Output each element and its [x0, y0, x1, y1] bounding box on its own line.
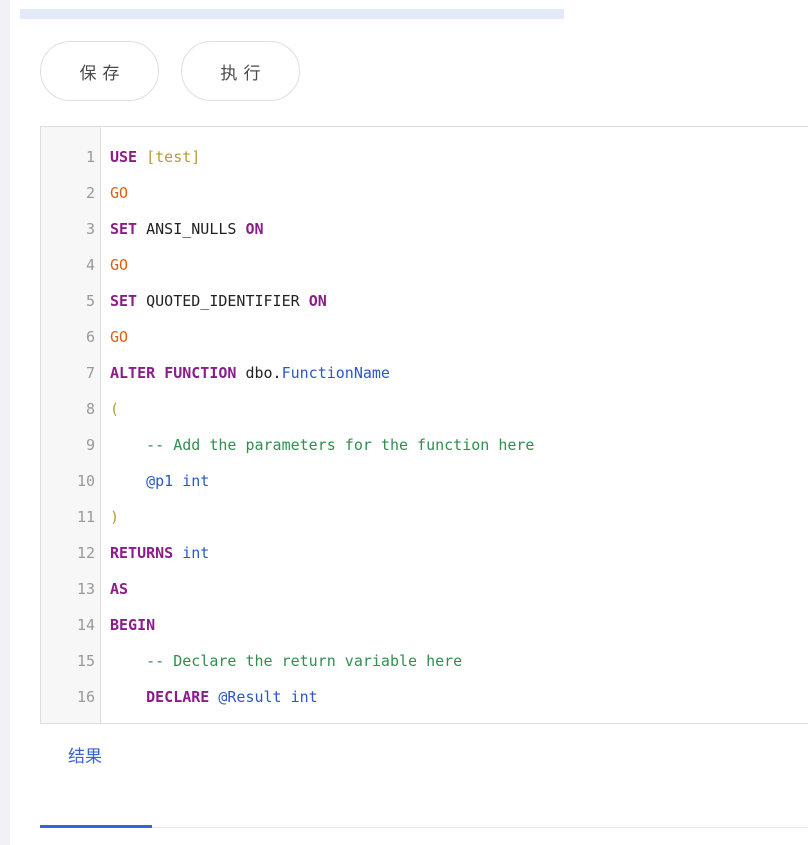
code-text[interactable]: AS — [110, 571, 128, 607]
code-token: ALTER — [110, 364, 156, 382]
code-token: -- Add the parameters for the function h… — [146, 436, 535, 454]
code-line[interactable]: 13 AS — [41, 571, 808, 607]
code-line[interactable]: 10 @p1 int — [41, 463, 808, 499]
code-text[interactable]: BEGIN — [110, 607, 155, 643]
code-token: @p1 — [146, 472, 174, 490]
code-token: SET — [110, 220, 138, 238]
code-line[interactable]: 16 DECLARE @Result int — [41, 679, 808, 715]
code-line[interactable]: 3 SET ANSI_NULLS ON — [41, 211, 808, 247]
code-token: ( — [110, 400, 120, 418]
code-text[interactable]: GO — [110, 175, 128, 211]
page: 保存 执行 1 USE [test] 2 GO 3 SET ANSI_NULLS ON 4 G… — [0, 0, 808, 845]
code-line[interactable]: 9 -- Add the parameters for the function… — [41, 427, 808, 463]
line-number: 3 — [85, 220, 95, 238]
code-token: dbo. — [236, 364, 282, 382]
code-token: GO — [110, 328, 129, 346]
code-text[interactable]: @p1 int — [110, 463, 209, 499]
code-line[interactable]: 11) — [41, 499, 808, 535]
code-token: AS — [110, 580, 129, 598]
code-line[interactable]: 15 -- Declare the return variable here — [41, 643, 808, 679]
code-text[interactable]: ALTER FUNCTION dbo.FunctionName — [110, 355, 390, 391]
code-text[interactable]: SET ANSI_NULLS ON — [110, 211, 264, 247]
line-number: 1 — [85, 148, 95, 166]
code-token: FunctionName — [281, 364, 390, 382]
code-token: int — [290, 688, 318, 706]
line-number: 10 — [76, 472, 95, 490]
code-token: ON — [308, 292, 327, 310]
code-token: -- Declare the return variable here — [146, 652, 463, 670]
code-line[interactable]: 1 USE [test] — [41, 139, 808, 175]
code-token: FUNCTION — [164, 364, 237, 382]
code-line[interactable]: 12 RETURNS int — [41, 535, 808, 571]
line-number: 2 — [85, 184, 95, 202]
code-token: @Result — [218, 688, 282, 706]
active-tab-indicator — [40, 825, 152, 828]
tab-bar-divider — [40, 827, 808, 828]
code-text[interactable]: -- Declare the return variable here — [110, 643, 462, 679]
code-token: ON — [245, 220, 264, 238]
code-lines[interactable]: 1 USE [test] 2 GO 3 SET ANSI_NULLS ON 4 GO 5 SET … — [41, 139, 808, 715]
code-token: [test] — [146, 148, 201, 166]
code-token: GO — [110, 184, 129, 202]
line-number: 11 — [76, 508, 95, 526]
code-text[interactable]: DECLARE @Result int — [110, 679, 318, 715]
code-text[interactable]: ) — [110, 499, 119, 535]
line-number: 16 — [76, 688, 95, 706]
code-token: SET — [110, 292, 138, 310]
code-token: ) — [110, 508, 120, 526]
code-token: QUOTED_IDENTIFIER — [137, 292, 309, 310]
code-text[interactable]: GO — [110, 247, 128, 283]
line-number: 4 — [85, 256, 95, 274]
tab-results[interactable]: 结果 — [68, 742, 102, 767]
code-line[interactable]: 5 SET QUOTED_IDENTIFIER ON — [41, 283, 808, 319]
code-token: DECLARE — [146, 688, 210, 706]
line-number: 5 — [85, 292, 95, 310]
code-line[interactable]: 8( — [41, 391, 808, 427]
code-line[interactable]: 7 ALTER FUNCTION dbo.FunctionName — [41, 355, 808, 391]
line-number: 8 — [85, 400, 95, 418]
code-token: USE — [110, 148, 138, 166]
code-text[interactable]: USE [test] — [110, 139, 200, 175]
code-token: ANSI_NULLS — [137, 220, 246, 238]
line-number: 7 — [85, 364, 95, 382]
line-number: 9 — [85, 436, 95, 454]
line-number: 13 — [76, 580, 95, 598]
code-line[interactable]: 2 GO — [41, 175, 808, 211]
code-text[interactable]: GO — [110, 319, 128, 355]
code-line[interactable]: 4 GO — [41, 247, 808, 283]
line-number: 6 — [85, 328, 95, 346]
code-line[interactable]: 14 BEGIN — [41, 607, 808, 643]
code-token: RETURNS — [110, 544, 174, 562]
code-text[interactable]: -- Add the parameters for the function h… — [110, 427, 534, 463]
save-button[interactable]: 保存 — [40, 41, 159, 101]
code-text[interactable]: RETURNS int — [110, 535, 209, 571]
code-token: GO — [110, 256, 129, 274]
line-number: 15 — [76, 652, 95, 670]
line-number: 14 — [76, 616, 95, 634]
code-line[interactable]: 6 GO — [41, 319, 808, 355]
code-text[interactable]: SET QUOTED_IDENTIFIER ON — [110, 283, 327, 319]
line-number: 12 — [76, 544, 95, 562]
code-token: BEGIN — [110, 616, 156, 634]
top-bar — [20, 9, 564, 19]
run-button[interactable]: 执行 — [181, 41, 300, 101]
code-token: int — [182, 472, 210, 490]
code-token: int — [182, 544, 210, 562]
left-border — [0, 0, 10, 845]
sql-code-editor[interactable]: 1 USE [test] 2 GO 3 SET ANSI_NULLS ON 4 GO 5 SET … — [40, 126, 808, 724]
code-text[interactable]: ( — [110, 391, 119, 427]
